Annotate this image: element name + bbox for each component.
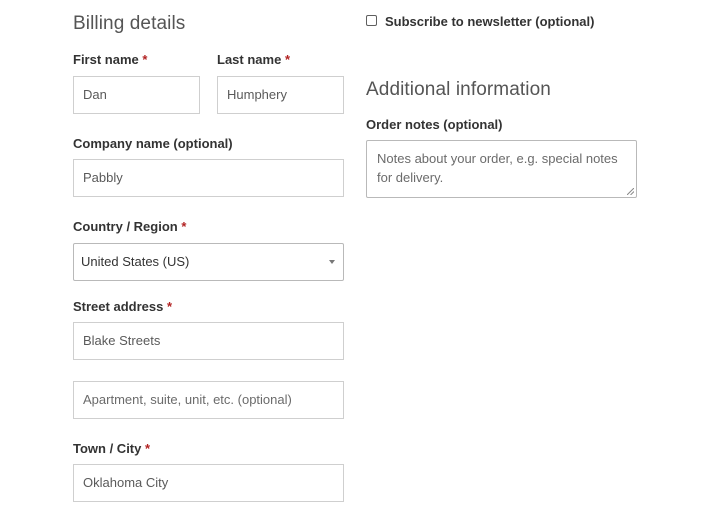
street-address-label: Street address * xyxy=(73,299,172,314)
additional-information-title: Additional information xyxy=(366,79,551,100)
required-mark: * xyxy=(145,441,151,456)
required-mark: * xyxy=(142,52,148,67)
newsletter-checkbox[interactable] xyxy=(366,15,377,27)
required-mark: * xyxy=(284,52,290,67)
required-mark: * xyxy=(181,219,187,234)
town-city-label-text: Town / City xyxy=(73,441,142,456)
town-city-label: Town / City * xyxy=(73,441,150,456)
first-name-label-text: First name xyxy=(73,52,139,67)
street-address-label-text: Street address xyxy=(73,299,164,314)
town-city-value: Oklahoma City xyxy=(83,475,169,490)
last-name-label: Last name * xyxy=(217,52,290,67)
checkout-page: Billing details First name * Dan Last na… xyxy=(0,0,726,508)
resize-handle-icon[interactable] xyxy=(627,188,634,195)
required-mark: * xyxy=(166,299,173,314)
order-notes-label: Order notes (optional) xyxy=(366,117,503,132)
last-name-field[interactable]: Humphery xyxy=(217,76,344,114)
street-address-field[interactable]: Blake Streets xyxy=(73,322,344,360)
country-region-select[interactable]: United States (US) xyxy=(73,243,344,281)
last-name-value: Humphery xyxy=(227,87,287,102)
street-address-line2-placeholder: Apartment, suite, unit, etc. (optional) xyxy=(83,392,292,407)
order-notes-placeholder: Notes about your order, e.g. special not… xyxy=(377,151,618,185)
billing-details-title: Billing details xyxy=(73,13,186,34)
newsletter-option[interactable]: Subscribe to newsletter (optional) xyxy=(366,14,594,29)
country-region-label-text: Country / Region xyxy=(73,219,178,234)
company-name-value: Pabbly xyxy=(83,170,123,185)
last-name-label-text: Last name xyxy=(217,52,282,67)
order-notes-label-text: Order notes (optional) xyxy=(366,117,503,132)
company-name-field[interactable]: Pabbly xyxy=(73,159,344,197)
company-name-label: Company name (optional) xyxy=(73,136,233,151)
country-region-label: Country / Region * xyxy=(73,219,186,234)
town-city-field[interactable]: Oklahoma City xyxy=(73,464,344,502)
country-region-value: United States (US) xyxy=(81,254,190,269)
street-address-line2-field[interactable]: Apartment, suite, unit, etc. (optional) xyxy=(73,381,344,419)
first-name-value: Dan xyxy=(83,87,107,102)
company-name-label-text: Company name (optional) xyxy=(73,136,233,151)
first-name-field[interactable]: Dan xyxy=(73,76,200,114)
first-name-label: First name * xyxy=(73,52,147,67)
newsletter-label: Subscribe to newsletter (optional) xyxy=(385,14,595,29)
order-notes-textarea[interactable]: Notes about your order, e.g. special not… xyxy=(366,140,637,198)
street-address-value: Blake Streets xyxy=(83,333,161,348)
dropdown-arrow-icon xyxy=(329,260,335,264)
